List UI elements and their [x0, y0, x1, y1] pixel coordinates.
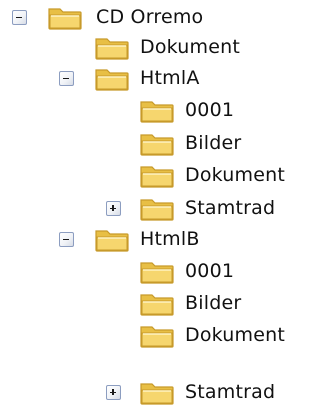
tree-item-cd-orremo[interactable]: CD Orremo [0, 2, 304, 32]
folder-icon [94, 33, 130, 61]
expand-icon[interactable] [106, 201, 121, 216]
tree-item-label: 0001 [185, 99, 235, 121]
folder-icon [139, 129, 175, 157]
tree-item-label: Dokument [185, 164, 286, 186]
tree-item-bilder[interactable]: Bilder [0, 128, 304, 158]
folder-icon [47, 3, 83, 31]
tree-item-label: Bilder [185, 132, 242, 154]
tree-item-stamtrad[interactable]: Stamtrad [0, 193, 304, 223]
folder-icon [139, 96, 175, 124]
tree-item-label: Stamtrad [185, 381, 276, 403]
tree-item-label: Dokument [140, 36, 241, 58]
folder-icon [139, 321, 175, 349]
folder-icon [94, 225, 130, 253]
tree-item-0001[interactable]: 0001 [0, 256, 304, 286]
tree-item-label: CD Orremo [96, 6, 204, 28]
folder-icon [139, 161, 175, 189]
tree-item-0001[interactable]: 0001 [0, 95, 304, 125]
tree-item-label: HtmlB [140, 228, 200, 250]
tree-item-dokument[interactable]: Dokument [0, 160, 304, 190]
folder-icon [139, 257, 175, 285]
tree-item-htmla[interactable]: HtmlA [0, 63, 304, 93]
tree-item-stamtrad[interactable]: Stamtrad [0, 377, 304, 407]
tree-item-dokument[interactable]: Dokument [0, 32, 304, 62]
folder-icon [139, 378, 175, 406]
collapse-icon[interactable] [59, 71, 74, 86]
folder-tree: CD Orremo Dokument HtmlA 0001 Bilder Dok… [0, 0, 304, 407]
tree-item-label: Bilder [185, 292, 242, 314]
expand-icon[interactable] [106, 385, 121, 400]
folder-icon [139, 194, 175, 222]
tree-item-dokument[interactable]: Dokument [0, 320, 304, 350]
collapse-icon[interactable] [59, 232, 74, 247]
tree-item-htmlb[interactable]: HtmlB [0, 224, 304, 254]
collapse-icon[interactable] [12, 10, 27, 25]
folder-icon [139, 289, 175, 317]
tree-item-label: 0001 [185, 260, 235, 282]
folder-icon [94, 64, 130, 92]
tree-item-label: HtmlA [140, 67, 200, 89]
tree-item-label: Dokument [185, 324, 286, 346]
tree-item-bilder[interactable]: Bilder [0, 288, 304, 318]
tree-item-label: Stamtrad [185, 197, 276, 219]
